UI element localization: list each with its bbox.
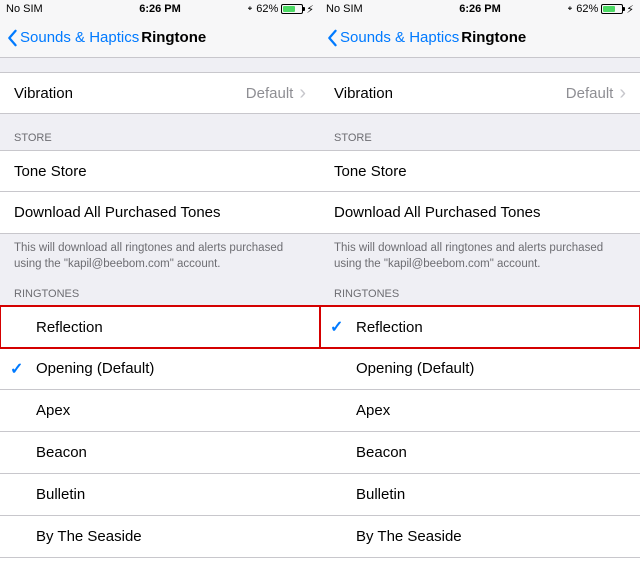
- ringtones-header: RINGTONES: [320, 282, 640, 306]
- chevron-right-icon: ›: [619, 83, 626, 103]
- ringtone-row-bulletin[interactable]: Bulletin: [320, 474, 640, 516]
- tone-store-label: Tone Store: [14, 163, 306, 180]
- ringtone-label: By The Seaside: [36, 528, 306, 545]
- download-all-label: Download All Purchased Tones: [334, 204, 626, 221]
- ringtone-row-opening[interactable]: Opening (Default): [320, 348, 640, 390]
- battery-icon: [281, 4, 303, 14]
- back-label: Sounds & Haptics: [20, 29, 139, 46]
- pane-right: No SIM 6:26 PM ᛭ 62% ⚡︎ Sounds & Haptics…: [320, 0, 640, 568]
- ringtone-row-beacon[interactable]: Beacon: [320, 432, 640, 474]
- ringtone-label: Beacon: [36, 444, 306, 461]
- ringtone-label: Apex: [36, 402, 306, 419]
- page-title: Ringtone: [461, 29, 526, 46]
- tone-store-row[interactable]: Tone Store: [0, 150, 320, 192]
- ringtone-row-apex[interactable]: Apex: [320, 390, 640, 432]
- tone-store-label: Tone Store: [334, 163, 626, 180]
- vibration-value: Default: [246, 85, 294, 102]
- ringtone-row-chimes[interactable]: Chimes: [320, 558, 640, 568]
- ringtone-label: Opening (Default): [36, 360, 306, 377]
- back-label: Sounds & Haptics: [340, 29, 459, 46]
- clock: 6:26 PM: [320, 3, 640, 15]
- download-all-row[interactable]: Download All Purchased Tones: [320, 192, 640, 234]
- back-button[interactable]: Sounds & Haptics: [6, 29, 139, 47]
- vibration-label: Vibration: [14, 85, 246, 102]
- ringtone-label: Apex: [356, 402, 626, 419]
- pane-left: No SIM 6:26 PM ᛭ 62% ⚡︎ Sounds & Haptics…: [0, 0, 320, 568]
- ringtone-label: Bulletin: [356, 486, 626, 503]
- vibration-row[interactable]: Vibration Default ›: [0, 72, 320, 114]
- vibration-label: Vibration: [334, 85, 566, 102]
- ringtone-label: Reflection: [356, 319, 626, 336]
- ringtone-row-seaside[interactable]: By The Seaside: [320, 516, 640, 558]
- page-title: Ringtone: [141, 29, 206, 46]
- download-all-label: Download All Purchased Tones: [14, 204, 306, 221]
- ringtones-header: RINGTONES: [0, 282, 320, 306]
- ringtone-label: Bulletin: [36, 486, 306, 503]
- back-button[interactable]: Sounds & Haptics: [326, 29, 459, 47]
- store-header: STORE: [320, 114, 640, 150]
- store-header: STORE: [0, 114, 320, 150]
- checkmark-icon: ✓: [330, 317, 343, 337]
- ringtone-label: Opening (Default): [356, 360, 626, 377]
- vibration-row[interactable]: Vibration Default ›: [320, 72, 640, 114]
- ringtone-row-bulletin[interactable]: Bulletin: [0, 474, 320, 516]
- chevron-left-icon: [326, 29, 338, 47]
- ringtone-label: Reflection: [36, 319, 306, 336]
- battery-icon: [601, 4, 623, 14]
- chevron-right-icon: ›: [299, 83, 306, 103]
- vibration-value: Default: [566, 85, 614, 102]
- store-footer: This will download all ringtones and ale…: [0, 234, 320, 282]
- ringtone-label: By The Seaside: [356, 528, 626, 545]
- status-bar: No SIM 6:26 PM ᛭ 62% ⚡︎: [0, 0, 320, 18]
- ringtone-row-beacon[interactable]: Beacon: [0, 432, 320, 474]
- nav-bar: Sounds & Haptics Ringtone: [320, 18, 640, 58]
- ringtone-row-reflection[interactable]: ✓ Reflection: [320, 306, 640, 348]
- ringtone-row-apex[interactable]: Apex: [0, 390, 320, 432]
- ringtone-row-chimes[interactable]: Chimes: [0, 558, 320, 568]
- chevron-left-icon: [6, 29, 18, 47]
- ringtone-row-seaside[interactable]: By The Seaside: [0, 516, 320, 558]
- checkmark-icon: ✓: [10, 359, 23, 379]
- clock: 6:26 PM: [0, 3, 320, 15]
- tone-store-row[interactable]: Tone Store: [320, 150, 640, 192]
- status-bar: No SIM 6:26 PM ᛭ 62% ⚡︎: [320, 0, 640, 18]
- ringtone-row-reflection[interactable]: Reflection: [0, 306, 320, 348]
- ringtone-label: Beacon: [356, 444, 626, 461]
- store-footer: This will download all ringtones and ale…: [320, 234, 640, 282]
- download-all-row[interactable]: Download All Purchased Tones: [0, 192, 320, 234]
- nav-bar: Sounds & Haptics Ringtone: [0, 18, 320, 58]
- ringtone-row-opening[interactable]: ✓ Opening (Default): [0, 348, 320, 390]
